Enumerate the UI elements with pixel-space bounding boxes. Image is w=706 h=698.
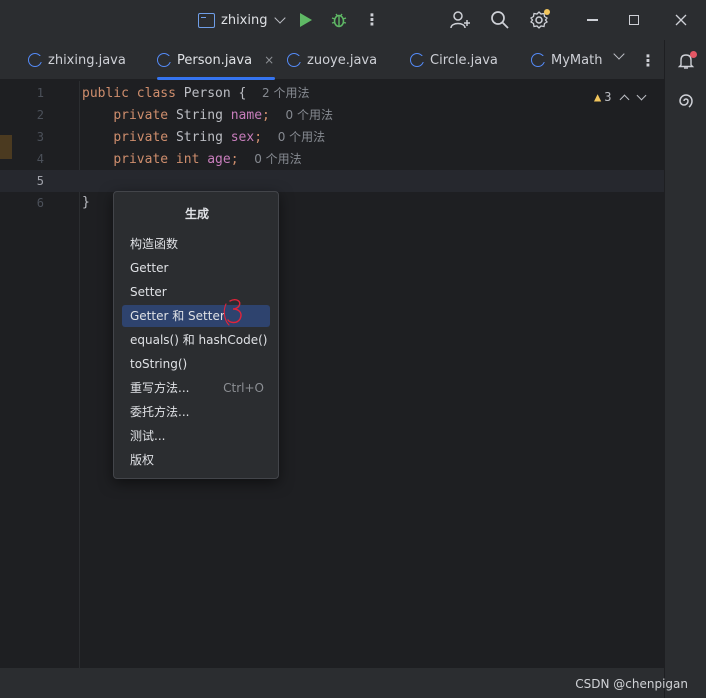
- editor-tab-bar: zhixing.java Person.java × zuoye.java Ci…: [0, 40, 664, 80]
- menu-item-getter[interactable]: Getter: [122, 257, 270, 279]
- line-number: 1: [36, 86, 44, 100]
- shortcut-hint: Ctrl+O: [223, 381, 264, 395]
- menu-item-equals-hashcode[interactable]: equals() 和 hashCode(): [122, 329, 270, 351]
- tab-zhixing[interactable]: zhixing.java: [28, 40, 126, 80]
- java-class-icon: [28, 53, 43, 67]
- java-class-icon: [157, 53, 172, 67]
- field-name: age: [207, 152, 231, 167]
- settings-icon[interactable]: [529, 9, 550, 30]
- line-number: 4: [36, 152, 44, 166]
- keyword: private: [113, 130, 169, 145]
- code-line-current[interactable]: 5: [0, 170, 664, 192]
- search-icon[interactable]: [490, 10, 510, 30]
- keyword: public class: [82, 86, 176, 101]
- type-name: String: [175, 130, 223, 145]
- tabs-dropdown-icon[interactable]: [612, 48, 625, 60]
- keyword: private int: [113, 152, 200, 167]
- tab-mymath[interactable]: MyMath: [531, 40, 602, 80]
- menu-item-copyright[interactable]: 版权: [122, 449, 270, 471]
- notification-badge: [690, 51, 697, 58]
- menu-item-label: 委托方法...: [130, 405, 190, 419]
- menu-item-label: 构造函数: [130, 237, 179, 251]
- handwritten-annotation: [222, 296, 248, 330]
- menu-item-label: Getter 和 Setter: [130, 309, 225, 323]
- menu-item-label: equals() 和 hashCode(): [130, 333, 268, 347]
- menu-item-label: Getter: [130, 261, 169, 275]
- next-highlight-icon[interactable]: [637, 90, 647, 100]
- close-icon[interactable]: [671, 10, 691, 30]
- title-bar: zhixing ⋮: [0, 0, 706, 40]
- maximize-icon[interactable]: [624, 10, 644, 30]
- code-line[interactable]: 3 private String sex; 0 个用法: [0, 126, 664, 148]
- minimize-icon[interactable]: [582, 10, 602, 30]
- tab-label: MyMath: [551, 52, 603, 68]
- tab-label: zuoye.java: [307, 52, 378, 68]
- code-line[interactable]: 2 private String name; 0 个用法: [0, 104, 664, 126]
- tab-label: Circle.java: [430, 52, 498, 68]
- line-number: 5: [36, 174, 44, 188]
- menu-item-label: 版权: [130, 453, 155, 467]
- popup-title: 生成: [184, 207, 209, 221]
- code-editor[interactable]: 1 public class Person { 2 个用法 ▲ 3 2 priv…: [0, 81, 664, 668]
- menu-item-test[interactable]: 测试...: [122, 425, 270, 447]
- type-name: String: [175, 108, 223, 123]
- semicolon: ;: [262, 108, 270, 123]
- menu-item-constructor[interactable]: 构造函数: [122, 233, 270, 255]
- menu-item-override-methods[interactable]: 重写方法... Ctrl+O: [122, 377, 270, 399]
- more-icon[interactable]: ⋮: [362, 10, 382, 30]
- tab-label: Person.java: [177, 52, 253, 68]
- usage-hint[interactable]: 0 个用法: [286, 108, 333, 122]
- tabs-more-icon[interactable]: ⋮: [640, 51, 656, 70]
- debug-icon[interactable]: [329, 10, 349, 30]
- code-line[interactable]: 1 public class Person { 2 个用法 ▲ 3: [0, 82, 664, 104]
- line-number: 2: [36, 108, 44, 122]
- run-icon[interactable]: [296, 10, 316, 30]
- java-class-icon: [531, 53, 546, 67]
- project-selector[interactable]: zhixing: [198, 9, 287, 31]
- project-name: zhixing: [221, 12, 268, 28]
- status-bar: [0, 668, 664, 698]
- tab-circle[interactable]: Circle.java: [410, 40, 498, 80]
- chevron-down-icon: [274, 12, 287, 24]
- menu-item-tostring[interactable]: toString(): [122, 353, 270, 375]
- project-icon: [198, 12, 215, 28]
- line-number: 3: [36, 130, 44, 144]
- menu-item-delegate-methods[interactable]: 委托方法...: [122, 401, 270, 423]
- generate-popup: 生成 构造函数 Getter Setter Getter 和 Setter eq…: [113, 191, 279, 479]
- menu-item-label: toString(): [130, 357, 188, 371]
- tab-zuoye[interactable]: zuoye.java: [287, 40, 377, 80]
- closing-brace: }: [82, 195, 90, 210]
- keyword: private: [113, 108, 169, 123]
- ai-assistant-icon[interactable]: [677, 92, 695, 110]
- line-number: 6: [36, 196, 44, 210]
- field-name: sex: [230, 130, 255, 145]
- usage-hint[interactable]: 0 个用法: [254, 152, 301, 166]
- watermark: CSDN @chenpigan: [575, 677, 688, 691]
- add-user-icon[interactable]: [450, 10, 470, 30]
- code-line[interactable]: 4 private int age; 0 个用法: [0, 148, 664, 170]
- menu-item-label: Setter: [130, 285, 167, 299]
- class-name: Person {: [183, 86, 247, 101]
- usage-hint[interactable]: 0 个用法: [278, 130, 325, 144]
- menu-item-label: 测试...: [130, 429, 166, 443]
- semicolon: ;: [230, 152, 239, 167]
- usage-hint[interactable]: 2 个用法: [262, 86, 309, 100]
- previous-highlight-icon[interactable]: [620, 94, 630, 104]
- code-line[interactable]: 6 }: [0, 192, 664, 214]
- right-tool-strip: [664, 40, 706, 698]
- java-class-icon: [410, 53, 425, 67]
- tab-person[interactable]: Person.java ×: [157, 40, 275, 80]
- close-tab-icon[interactable]: ×: [264, 53, 274, 67]
- semicolon: ;: [254, 130, 263, 145]
- java-class-icon: [287, 53, 302, 67]
- field-name: name: [230, 108, 263, 123]
- tab-label: zhixing.java: [48, 52, 126, 68]
- menu-item-label: 重写方法...: [130, 381, 190, 395]
